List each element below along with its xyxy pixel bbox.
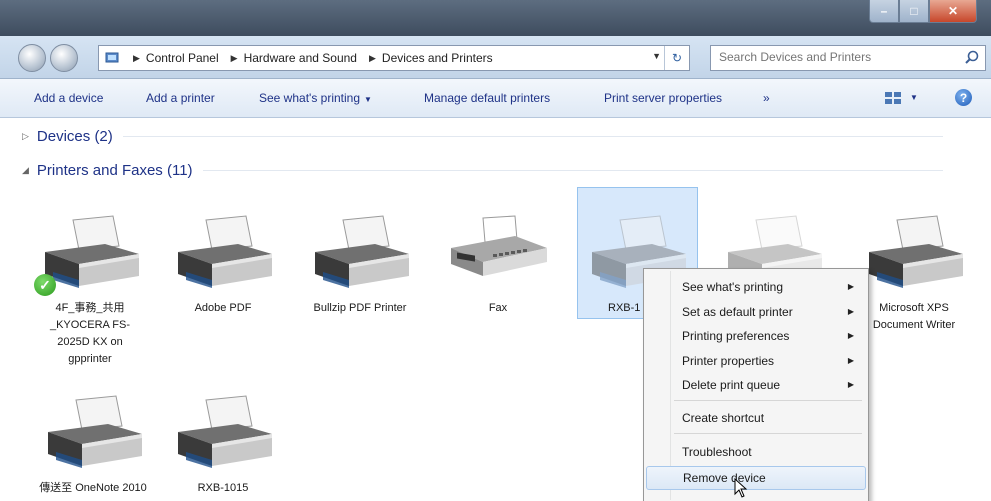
print-server-properties-button[interactable]: Print server properties bbox=[604, 91, 722, 105]
breadcrumb-control-panel[interactable]: Control Panel bbox=[146, 51, 219, 65]
printer-icon bbox=[38, 394, 148, 474]
chevron-down-icon: ▼ bbox=[364, 95, 372, 104]
mouse-cursor-icon bbox=[734, 478, 748, 498]
view-options-icon[interactable] bbox=[885, 92, 901, 104]
close-button[interactable]: ✕ bbox=[929, 0, 977, 23]
default-printer-check-icon: ✓ bbox=[34, 274, 56, 296]
printer-label: 4F_事務_共用_KYOCERA FS-2025D KX on gpprinte… bbox=[49, 302, 131, 365]
chevron-right-icon: ▶ bbox=[230, 52, 238, 63]
menu-item-create-shortcut[interactable]: Create shortcut bbox=[646, 407, 864, 429]
printer-icon bbox=[305, 214, 415, 294]
add-device-button[interactable]: Add a device bbox=[34, 91, 103, 105]
search-icon[interactable] bbox=[965, 50, 979, 64]
title-bar: – □ ✕ bbox=[0, 0, 991, 36]
menu-item-remove-device[interactable]: Remove device bbox=[646, 466, 866, 490]
printer-label: RXB-1015 bbox=[197, 482, 249, 494]
group-printers-label: Printers and Faxes (11) bbox=[36, 162, 193, 179]
collapse-arrow-icon: ◢ bbox=[22, 165, 29, 175]
minimize-button[interactable]: – bbox=[869, 0, 899, 23]
menu-item-printing-preferences[interactable]: Printing preferences ▶ bbox=[646, 325, 864, 347]
menu-separator bbox=[674, 400, 862, 401]
context-menu: See what's printing ▶ Set as default pri… bbox=[643, 268, 869, 501]
chevron-right-icon: ▶ bbox=[368, 52, 376, 63]
menu-item-label: Troubleshoot bbox=[682, 445, 752, 459]
devices-and-printers-window: – □ ✕ ▶ Control Panel ▶ Hardware and Sou… bbox=[0, 0, 991, 501]
manage-default-printers-button[interactable]: Manage default printers bbox=[424, 91, 550, 105]
printer-label: Adobe PDF bbox=[194, 302, 252, 314]
printer-icon bbox=[168, 394, 278, 474]
search-input[interactable] bbox=[711, 46, 959, 68]
breadcrumb-hardware-and-sound[interactable]: Hardware and Sound bbox=[244, 51, 357, 65]
menu-item-set-default-printer[interactable]: Set as default printer ▶ bbox=[646, 301, 864, 323]
group-divider bbox=[202, 170, 943, 171]
window-controls: – □ ✕ bbox=[869, 0, 977, 26]
printer-item[interactable]: 傳送至 OneNote 2010 bbox=[38, 394, 148, 497]
breadcrumb-devices-and-printers[interactable]: Devices and Printers bbox=[382, 51, 493, 65]
back-button[interactable] bbox=[18, 44, 46, 72]
group-devices-label: Devices (2) bbox=[36, 128, 113, 145]
forward-button[interactable] bbox=[50, 44, 78, 72]
fax-label: Fax bbox=[488, 302, 508, 314]
menu-item-delete-print-queue[interactable]: Delete print queue ▶ bbox=[646, 374, 864, 396]
command-bar: Add a device Add a printer See what's pr… bbox=[0, 79, 991, 118]
printer-icon bbox=[859, 214, 969, 294]
group-divider bbox=[122, 136, 943, 137]
view-dropdown-icon[interactable]: ▼ bbox=[910, 93, 918, 102]
submenu-arrow-icon: ▶ bbox=[847, 356, 854, 365]
menu-item-see-whats-printing[interactable]: See what's printing ▶ bbox=[646, 276, 864, 298]
menu-item-label: Remove device bbox=[683, 471, 766, 485]
menu-item-label: Printer properties bbox=[682, 354, 775, 368]
menu-item-label: Create shortcut bbox=[682, 411, 765, 425]
maximize-button[interactable]: □ bbox=[899, 0, 929, 23]
address-dropdown-icon[interactable]: ▼ bbox=[652, 51, 661, 61]
menu-item-troubleshoot[interactable]: Troubleshoot bbox=[646, 441, 864, 463]
group-printers-and-faxes[interactable]: ◢ Printers and Faxes (11) bbox=[22, 162, 943, 179]
printer-item[interactable]: Microsoft XPS Document Writer bbox=[855, 214, 973, 334]
expand-arrow-icon: ▷ bbox=[22, 131, 29, 141]
menu-item-label: Printing preferences bbox=[682, 329, 790, 343]
menu-item-label: Set as default printer bbox=[682, 305, 793, 319]
help-icon[interactable]: ? bbox=[955, 89, 972, 106]
add-printer-button[interactable]: Add a printer bbox=[146, 91, 215, 105]
see-whats-printing-button[interactable]: See what's printing ▼ bbox=[259, 91, 372, 105]
printer-label: Microsoft XPS Document Writer bbox=[872, 302, 956, 331]
submenu-arrow-icon: ▶ bbox=[847, 331, 854, 340]
menu-item-printer-properties[interactable]: Printer properties ▶ bbox=[646, 350, 864, 372]
see-whats-printing-label: See what's printing bbox=[259, 91, 361, 105]
chevron-right-icon: ▶ bbox=[133, 52, 140, 63]
navigation-bar: ▶ Control Panel ▶ Hardware and Sound ▶ D… bbox=[0, 36, 991, 79]
printer-label: Bullzip PDF Printer bbox=[313, 302, 407, 314]
submenu-arrow-icon: ▶ bbox=[847, 282, 854, 291]
printer-item[interactable]: Adobe PDF bbox=[168, 214, 278, 317]
control-panel-icon bbox=[105, 52, 119, 63]
printer-label: 傳送至 OneNote 2010 bbox=[39, 482, 147, 494]
address-bar[interactable]: ▶ Control Panel ▶ Hardware and Sound ▶ D… bbox=[98, 45, 690, 71]
fax-item[interactable]: Fax bbox=[443, 214, 553, 317]
group-devices[interactable]: ▷ Devices (2) bbox=[22, 128, 943, 145]
submenu-arrow-icon: ▶ bbox=[847, 380, 854, 389]
menu-separator bbox=[674, 433, 862, 434]
more-commands-button[interactable]: » bbox=[763, 91, 770, 105]
refresh-icon[interactable]: ↻ bbox=[664, 46, 689, 70]
search-box[interactable] bbox=[710, 45, 986, 71]
printer-item[interactable]: Bullzip PDF Printer bbox=[305, 214, 415, 317]
fax-icon bbox=[443, 214, 553, 294]
printer-item[interactable]: RXB-1015 bbox=[168, 394, 278, 497]
menu-item-label: See what's printing bbox=[682, 280, 784, 294]
printer-icon bbox=[168, 214, 278, 294]
menu-item-label: Delete print queue bbox=[682, 378, 781, 392]
submenu-arrow-icon: ▶ bbox=[847, 307, 854, 316]
